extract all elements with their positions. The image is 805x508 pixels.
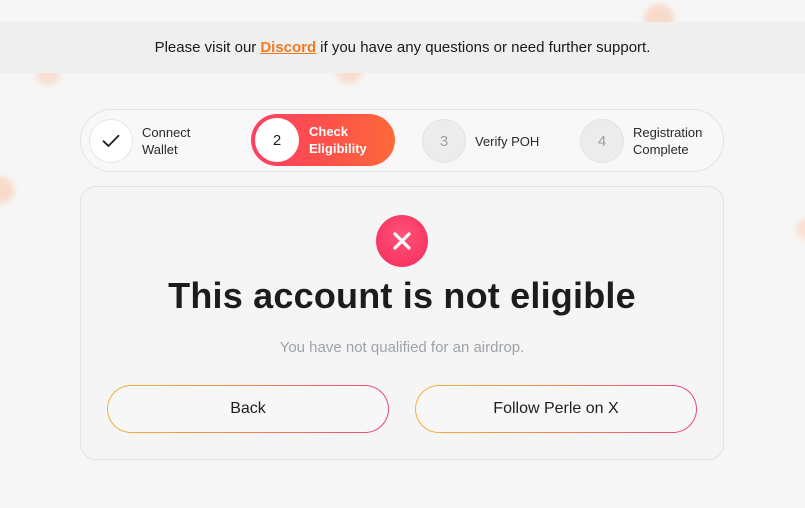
step-label: Check Eligibility <box>309 123 379 157</box>
step-label-line1: Verify POH <box>475 133 540 149</box>
step-label-line2: Eligibility <box>309 141 367 156</box>
close-icon <box>376 215 428 267</box>
decorative-orb <box>796 218 805 240</box>
banner-text-after: if you have any questions or need furthe… <box>320 39 651 56</box>
result-title: This account is not eligible <box>168 275 636 316</box>
back-button[interactable]: Back <box>107 385 389 433</box>
step-number: 2 <box>255 118 299 162</box>
follow-perle-button[interactable]: Follow Perle on X <box>415 385 697 433</box>
step-registration-complete: 4 Registration Complete <box>580 116 723 166</box>
step-label-line1: Connect <box>142 125 191 140</box>
result-subtitle: You have not qualified for an airdrop. <box>279 339 525 356</box>
banner-text-before: Please visit our <box>154 39 257 56</box>
support-banner: Please visit our Discord if you have any… <box>0 22 805 73</box>
check-icon <box>89 119 133 163</box>
step-label: Connect Wallet <box>142 124 212 158</box>
step-check-eligibility: 2 Check Eligibility <box>251 114 395 166</box>
discord-link[interactable]: Discord <box>260 39 316 56</box>
step-label-line2: Wallet <box>142 142 178 157</box>
step-label-line2: Complete <box>633 142 689 157</box>
step-label-line1: Registration <box>633 125 703 140</box>
progress-stepper: Connect Wallet 2 Check Eligibility 3 Ver… <box>80 109 724 172</box>
step-label-line1: Check <box>309 124 349 139</box>
step-connect-wallet: Connect Wallet <box>89 116 212 166</box>
step-verify-poh: 3 Verify POH <box>422 116 555 166</box>
step-label: Registration Complete <box>633 124 723 158</box>
step-number: 4 <box>580 119 624 163</box>
step-number: 3 <box>422 119 466 163</box>
step-label: Verify POH <box>475 133 555 150</box>
eligibility-result-card: This account is not eligible You have no… <box>80 186 724 460</box>
decorative-orb <box>0 176 14 204</box>
